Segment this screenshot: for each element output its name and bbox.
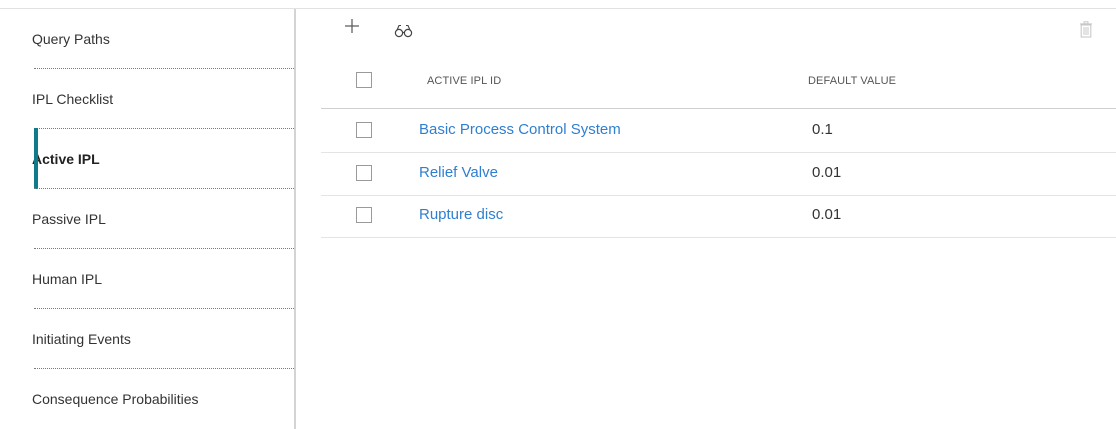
sidebar-item-label: Consequence Probabilities bbox=[32, 391, 199, 407]
table-header-divider bbox=[321, 108, 1116, 109]
sidebar-item-label: Human IPL bbox=[32, 271, 103, 287]
sidebar-item-label: Query Paths bbox=[32, 31, 110, 47]
sidebar-item-human-ipl[interactable]: Human IPL bbox=[8, 249, 294, 309]
sidebar-item-query-paths[interactable]: Query Paths bbox=[8, 9, 294, 69]
default-value-cell: 0.1 bbox=[812, 121, 833, 138]
active-ipl-id-link[interactable]: Relief Valve bbox=[419, 164, 498, 181]
active-indicator bbox=[34, 128, 38, 189]
table-row-divider bbox=[321, 152, 1116, 153]
sidebar-item-label: Initiating Events bbox=[32, 331, 131, 347]
sidebar-item-label: Active IPL bbox=[32, 151, 100, 167]
table-row-divider bbox=[321, 195, 1116, 196]
sidebar-item-consequence-probabilities[interactable]: Consequence Probabilities bbox=[8, 369, 294, 429]
sidebar-item-passive-ipl[interactable]: Passive IPL bbox=[8, 189, 294, 249]
default-value-cell: 0.01 bbox=[812, 206, 842, 223]
sidebar-item-active-ipl[interactable]: Active IPL bbox=[8, 128, 294, 189]
app-window: Query Paths IPL Checklist Active IPL Pas… bbox=[0, 0, 1116, 429]
row-checkbox[interactable] bbox=[356, 165, 372, 181]
row-checkbox[interactable] bbox=[356, 122, 372, 138]
select-all-checkbox[interactable] bbox=[356, 72, 372, 88]
sidebar-item-initiating-events[interactable]: Initiating Events bbox=[8, 309, 294, 369]
column-header-default-value[interactable]: DEFAULT VALUE bbox=[808, 75, 896, 87]
sidebar-item-ipl-checklist[interactable]: IPL Checklist bbox=[8, 69, 294, 129]
active-ipl-id-link[interactable]: Basic Process Control System bbox=[419, 121, 621, 138]
binoculars-icon[interactable] bbox=[394, 24, 414, 38]
table-row-divider bbox=[321, 237, 1116, 238]
sidebar-divider[interactable] bbox=[294, 9, 296, 429]
row-checkbox[interactable] bbox=[356, 207, 372, 223]
sidebar-item-label: Passive IPL bbox=[32, 211, 106, 227]
plus-icon[interactable] bbox=[344, 18, 360, 34]
column-header-active-ipl-id[interactable]: ACTIVE IPL ID bbox=[427, 75, 501, 87]
trash-icon[interactable] bbox=[1079, 21, 1093, 38]
default-value-cell: 0.01 bbox=[812, 164, 842, 181]
sidebar-item-label: IPL Checklist bbox=[32, 91, 114, 107]
active-ipl-id-link[interactable]: Rupture disc bbox=[419, 206, 503, 223]
